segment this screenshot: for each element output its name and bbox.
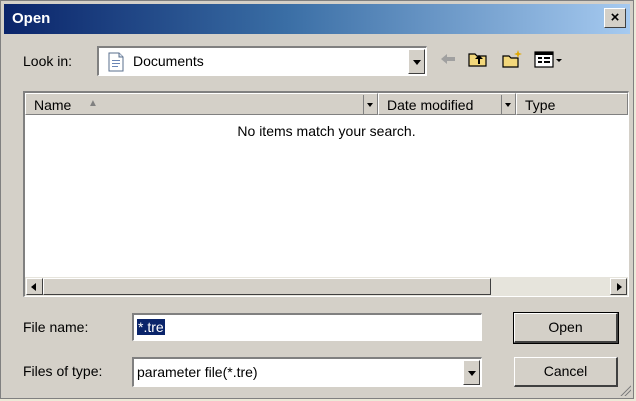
resize-grip-icon[interactable]: [619, 384, 631, 396]
file-name-input[interactable]: *.tre: [132, 313, 482, 341]
file-name-label: File name:: [23, 319, 89, 335]
scroll-left-button[interactable]: [26, 278, 43, 295]
empty-list-message: No items match your search.: [237, 123, 416, 139]
title-bar[interactable]: Open ×: [4, 4, 630, 34]
column-header-date-modified[interactable]: Date modified: [378, 93, 516, 115]
look-in-value: Documents: [133, 53, 204, 69]
column-header-name[interactable]: Name ▲: [25, 93, 378, 115]
column-date-label: Date modified: [387, 97, 474, 113]
documents-folder-icon: [108, 52, 124, 72]
files-of-type-value: parameter file(*.tre): [137, 364, 258, 380]
scroll-right-button[interactable]: [610, 278, 627, 295]
column-name-label: Name: [34, 97, 72, 113]
sort-ascending-icon: ▲: [88, 98, 98, 109]
open-button[interactable]: Open: [513, 312, 619, 344]
files-of-type-label: Files of type:: [23, 363, 103, 379]
scroll-thumb[interactable]: [43, 278, 491, 295]
window-title: Open: [12, 10, 51, 27]
up-one-level-icon[interactable]: [467, 48, 489, 70]
back-arrow-icon[interactable]: [437, 48, 459, 70]
files-of-type-dropdown-button[interactable]: [463, 360, 480, 385]
column-type-label: Type: [525, 97, 556, 113]
date-filter-dropdown-icon[interactable]: [501, 95, 515, 114]
look-in-dropdown-button[interactable]: [408, 49, 425, 74]
new-folder-icon[interactable]: [501, 48, 523, 70]
cancel-button[interactable]: Cancel: [514, 357, 618, 387]
name-filter-dropdown-icon[interactable]: [363, 95, 377, 114]
close-icon: ×: [610, 9, 620, 26]
look-in-combo[interactable]: Documents: [97, 46, 427, 76]
open-dialog: Open × Look in: Documents Name ▲ Date mo…: [0, 0, 634, 399]
file-name-value: *.tre: [137, 319, 165, 335]
horizontal-scrollbar[interactable]: [25, 277, 628, 296]
look-in-label: Look in:: [23, 53, 73, 69]
column-header-type[interactable]: Type: [516, 93, 628, 115]
file-list[interactable]: Name ▲ Date modified Type No items match…: [23, 91, 629, 297]
files-of-type-combo[interactable]: parameter file(*.tre): [132, 357, 482, 387]
view-menu-icon[interactable]: [533, 48, 565, 70]
close-button[interactable]: ×: [604, 8, 626, 28]
